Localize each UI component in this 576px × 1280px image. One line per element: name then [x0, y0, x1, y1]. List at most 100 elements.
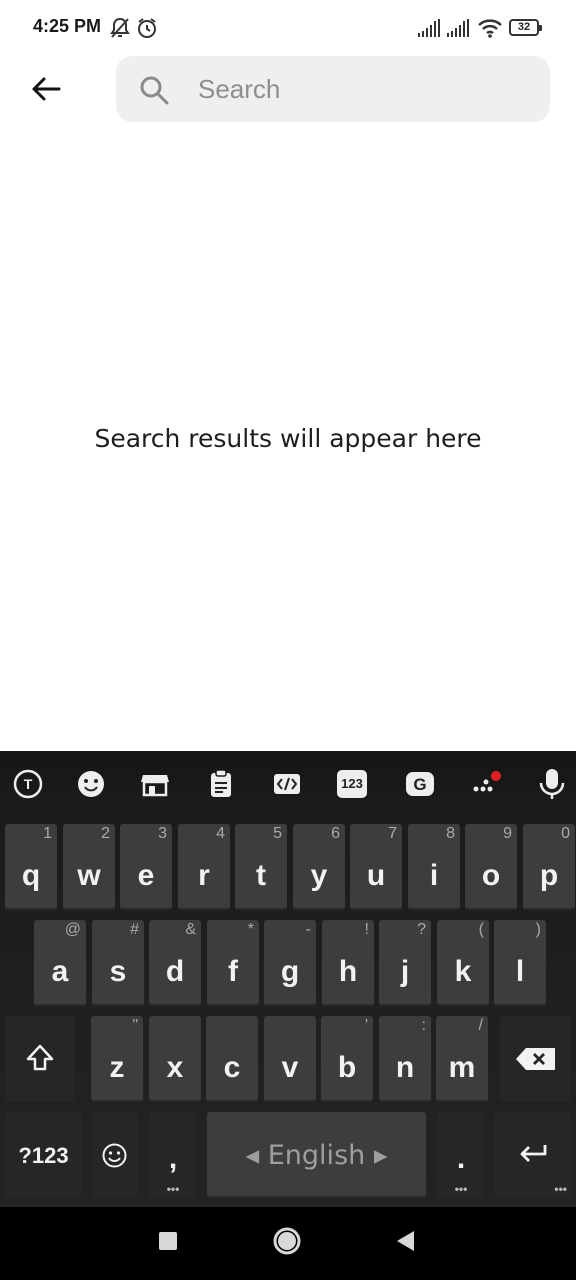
keyboard: T 123 G 1 q 2 w 3 e 4 r 5 t 6 y 7 u 8 i …: [0, 751, 576, 1207]
key-x[interactable]: x: [149, 1016, 201, 1102]
key-label: m: [448, 1051, 476, 1084]
key-l[interactable]: ) l: [494, 920, 546, 1006]
text-edit-icon[interactable]: [270, 767, 304, 801]
key-g[interactable]: -g: [264, 920, 316, 1006]
navigation-bar: [0, 1207, 576, 1280]
home-icon[interactable]: [272, 1226, 302, 1256]
bell-off-icon: [110, 17, 130, 38]
key-h[interactable]: ! h: [322, 920, 374, 1006]
key-hint: 8: [446, 825, 455, 842]
key-hint: 5: [273, 825, 282, 842]
period-key[interactable]: . •••: [437, 1112, 485, 1198]
shift-key[interactable]: [5, 1016, 75, 1102]
key-hint: ?: [417, 921, 426, 938]
more-dots: •••: [454, 1182, 468, 1196]
key-hint: #: [130, 921, 139, 938]
key-label: i: [429, 859, 439, 892]
key-a[interactable]: @ a: [34, 920, 86, 1006]
space-key[interactable]: ◂ English ▸: [207, 1112, 426, 1198]
search-field[interactable]: [116, 56, 550, 122]
svg-text:T: T: [24, 776, 33, 792]
more-icon[interactable]: [470, 767, 504, 801]
key-label: t: [256, 859, 266, 892]
svg-text:G: G: [413, 775, 426, 794]
key-c[interactable]: c: [206, 1016, 258, 1102]
key-v[interactable]: v: [264, 1016, 316, 1102]
key-hint: :: [421, 1017, 426, 1034]
key-d[interactable]: & d: [149, 920, 201, 1006]
shift-icon: [26, 1044, 54, 1071]
mic-icon[interactable]: [535, 767, 569, 801]
key-u[interactable]: 7u: [350, 824, 402, 910]
emoji-icon: [102, 1143, 127, 1168]
empty-results-message: Search results will appear here: [94, 424, 482, 453]
key-p[interactable]: 0p: [523, 824, 575, 910]
key-hint: 7: [388, 825, 397, 842]
key-y[interactable]: 6y: [293, 824, 345, 910]
key-hint: ): [535, 921, 541, 938]
key-hint: 1: [43, 825, 52, 842]
key-o[interactable]: 9o: [465, 824, 517, 910]
key-k[interactable]: (k: [437, 920, 489, 1006]
numbers-icon[interactable]: 123: [337, 770, 367, 798]
enter-key[interactable]: •••: [494, 1112, 571, 1198]
key-hint: 6: [331, 825, 340, 842]
key-hint: (: [478, 921, 484, 938]
key-hint: @: [64, 921, 81, 938]
key-label: o: [481, 859, 501, 892]
recents-icon[interactable]: [157, 1230, 179, 1252]
key-m[interactable]: / m: [436, 1016, 488, 1102]
key-n[interactable]: :n: [379, 1016, 431, 1102]
key-hint: ': [364, 1017, 368, 1034]
alarm-icon: [138, 18, 156, 38]
symbols-key[interactable]: ?123: [5, 1112, 82, 1198]
store-icon[interactable]: [138, 767, 172, 801]
key-label: r: [198, 859, 210, 892]
key-label: g: [280, 955, 300, 988]
key-label: x: [166, 1051, 184, 1084]
key-hint: 2: [101, 825, 110, 842]
key-q[interactable]: 1q: [5, 824, 57, 910]
more-dots: •••: [554, 1182, 567, 1196]
key-e[interactable]: 3e: [120, 824, 172, 910]
search-icon: [140, 76, 169, 105]
key-label: s: [109, 955, 127, 988]
key-hint: 0: [561, 825, 570, 842]
key-i[interactable]: 8i: [408, 824, 460, 910]
emoji-key[interactable]: [91, 1112, 138, 1198]
key-t[interactable]: 5t: [235, 824, 287, 910]
key-label: q: [21, 859, 41, 892]
key-hint: &: [185, 921, 196, 938]
status-bar: 4:25 PM 32: [0, 0, 576, 56]
key-hint: -: [305, 921, 311, 938]
comma-key[interactable]: , •••: [149, 1112, 197, 1198]
key-label: d: [165, 955, 185, 988]
key-b[interactable]: ' b: [321, 1016, 373, 1102]
key-label: p: [539, 859, 559, 892]
back-icon[interactable]: [394, 1229, 416, 1253]
key-r[interactable]: 4r: [178, 824, 230, 910]
search-input[interactable]: [198, 56, 528, 122]
key-hint: 9: [503, 825, 512, 842]
gif-icon[interactable]: G: [403, 767, 437, 801]
translate-icon[interactable]: T: [11, 767, 45, 801]
key-w[interactable]: 2w: [63, 824, 115, 910]
backspace-icon: [516, 1048, 555, 1070]
clipboard-icon[interactable]: [204, 767, 238, 801]
emoji-icon[interactable]: [74, 767, 108, 801]
backspace-key[interactable]: [500, 1016, 571, 1102]
key-j[interactable]: ? j: [379, 920, 431, 1006]
key-hint: 3: [158, 825, 167, 842]
key-s[interactable]: # s: [92, 920, 144, 1006]
key-label: h: [338, 955, 358, 988]
key-z[interactable]: " z: [91, 1016, 143, 1102]
period-label: .: [456, 1142, 466, 1175]
back-arrow-icon[interactable]: [26, 70, 66, 110]
key-label: f: [228, 955, 238, 988]
key-f[interactable]: * f: [207, 920, 259, 1006]
key-label: c: [223, 1051, 241, 1084]
key-label: l: [515, 955, 525, 988]
key-label: z: [109, 1051, 125, 1084]
key-label: a: [51, 955, 69, 988]
key-label: k: [454, 955, 472, 988]
